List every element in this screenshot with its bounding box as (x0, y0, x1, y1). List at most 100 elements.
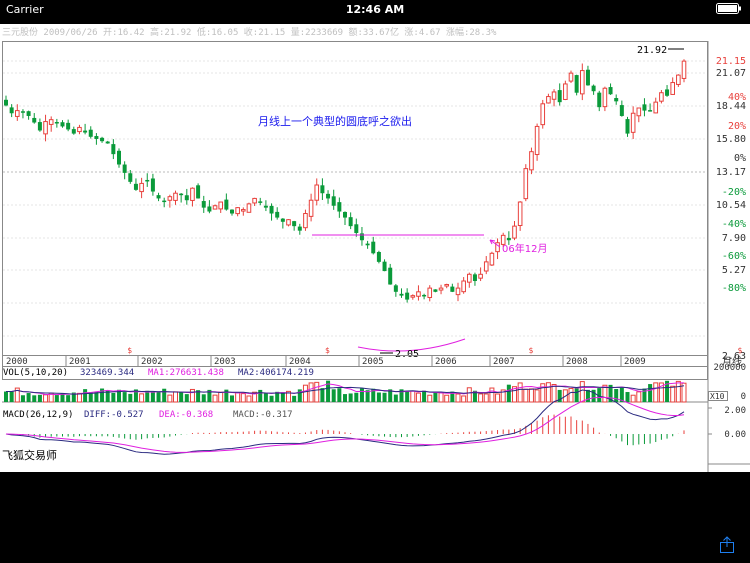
candle (438, 284, 444, 295)
candle (681, 59, 687, 83)
volume-bar (269, 395, 274, 402)
svg-text:VOL(5,10,20): VOL(5,10,20) (3, 368, 68, 378)
volume-bar (545, 382, 551, 403)
svg-text:323469.344: 323469.344 (80, 368, 134, 378)
comment-annotation: 月线上一个典型的圆底呼之欲出 (258, 114, 412, 128)
clock: 12:46 AM (345, 3, 405, 16)
svg-text:MACD:-0.317: MACD:-0.317 (233, 410, 293, 420)
candle (145, 173, 150, 187)
volume-bar (32, 395, 37, 402)
candle (636, 107, 642, 123)
candle (625, 116, 630, 137)
candle (399, 288, 404, 298)
candle (343, 211, 347, 226)
volume-bars (4, 380, 687, 403)
price-panel-frame (2, 41, 708, 380)
volume-bar (162, 388, 167, 402)
volume-bar (614, 388, 619, 402)
svg-text:2008: 2008 (566, 357, 588, 367)
volume-bar (201, 394, 206, 402)
candle (574, 74, 579, 96)
volume-bar (653, 382, 659, 403)
vol-legend: VOL(5,10,20) 323469.344 MA1:276631.438 M… (3, 368, 314, 378)
svg-text:200000: 200000 (713, 363, 746, 373)
candle (258, 197, 263, 206)
candle (303, 209, 308, 231)
svg-text:2003: 2003 (214, 357, 236, 367)
candle (37, 118, 42, 132)
volume-bar (111, 392, 116, 402)
candle (614, 94, 619, 105)
svg-text:MACD(26,12,9): MACD(26,12,9) (3, 410, 73, 420)
candle (133, 178, 138, 191)
volume-bar (393, 394, 398, 402)
candle (619, 100, 624, 117)
svg-text:21.07: 21.07 (716, 68, 746, 79)
volume-bar (354, 392, 359, 402)
candle (585, 65, 590, 86)
volume-bar (455, 393, 461, 403)
volume-bar (382, 392, 387, 402)
candle (670, 77, 676, 95)
volume-bar (551, 384, 557, 403)
volume-bar (139, 393, 145, 403)
candle (630, 106, 636, 140)
candle (467, 272, 472, 288)
candle (359, 226, 364, 246)
candle (230, 209, 234, 216)
candle (117, 148, 121, 168)
volume-bar (54, 395, 59, 402)
candle (444, 283, 449, 289)
signal-mark: $ (528, 346, 533, 355)
candle (489, 251, 495, 266)
volume-bar (376, 392, 381, 402)
svg-text:MA2:406174.219: MA2:406174.219 (238, 368, 314, 378)
candle (354, 218, 359, 237)
candle (190, 187, 195, 207)
candle (156, 192, 161, 202)
volume-bar (297, 389, 302, 402)
candle (580, 63, 585, 101)
candle (43, 114, 48, 142)
candles-group (4, 59, 687, 303)
candle (9, 104, 14, 118)
volume-bar (523, 388, 529, 403)
candle (602, 86, 608, 112)
volume-bar (4, 391, 8, 402)
candle (517, 201, 523, 231)
volume-bar (625, 392, 630, 402)
volume-bar (263, 393, 268, 402)
candle (433, 289, 438, 293)
volume-bar (517, 382, 523, 403)
candle (150, 173, 155, 196)
svg-text:2006: 2006 (435, 357, 457, 367)
candle (478, 267, 483, 282)
volume-bar (483, 393, 489, 403)
svg-text:MA1:276631.438: MA1:276631.438 (148, 368, 224, 378)
candle (591, 84, 596, 95)
svg-text:2005: 2005 (362, 357, 384, 367)
candle (331, 189, 336, 210)
candle (348, 212, 353, 230)
volume-bar (9, 391, 14, 402)
candle (365, 240, 370, 249)
volume-bar (528, 388, 534, 403)
svg-text:-80%: -80% (722, 283, 746, 294)
candle (506, 231, 511, 245)
volume-bar (150, 392, 155, 402)
candle (167, 194, 173, 208)
share-icon[interactable] (718, 536, 736, 554)
kline-chart[interactable]: 三元股份 2009/06/26 开:16.42 高:21.92 低:16.05 … (0, 24, 750, 472)
arrow-note: 06年12月 (502, 242, 547, 255)
svg-text:20%: 20% (728, 121, 746, 132)
svg-text:DEA:-0.368: DEA:-0.368 (159, 410, 213, 420)
volume-bar (489, 387, 495, 403)
volume-bar (218, 391, 224, 403)
candle (427, 285, 433, 302)
volume-bar (427, 394, 433, 403)
candle (410, 294, 416, 300)
volume-bar (76, 392, 82, 403)
volume-bar (212, 394, 218, 403)
volume-bar (230, 395, 234, 402)
candle (269, 203, 274, 221)
